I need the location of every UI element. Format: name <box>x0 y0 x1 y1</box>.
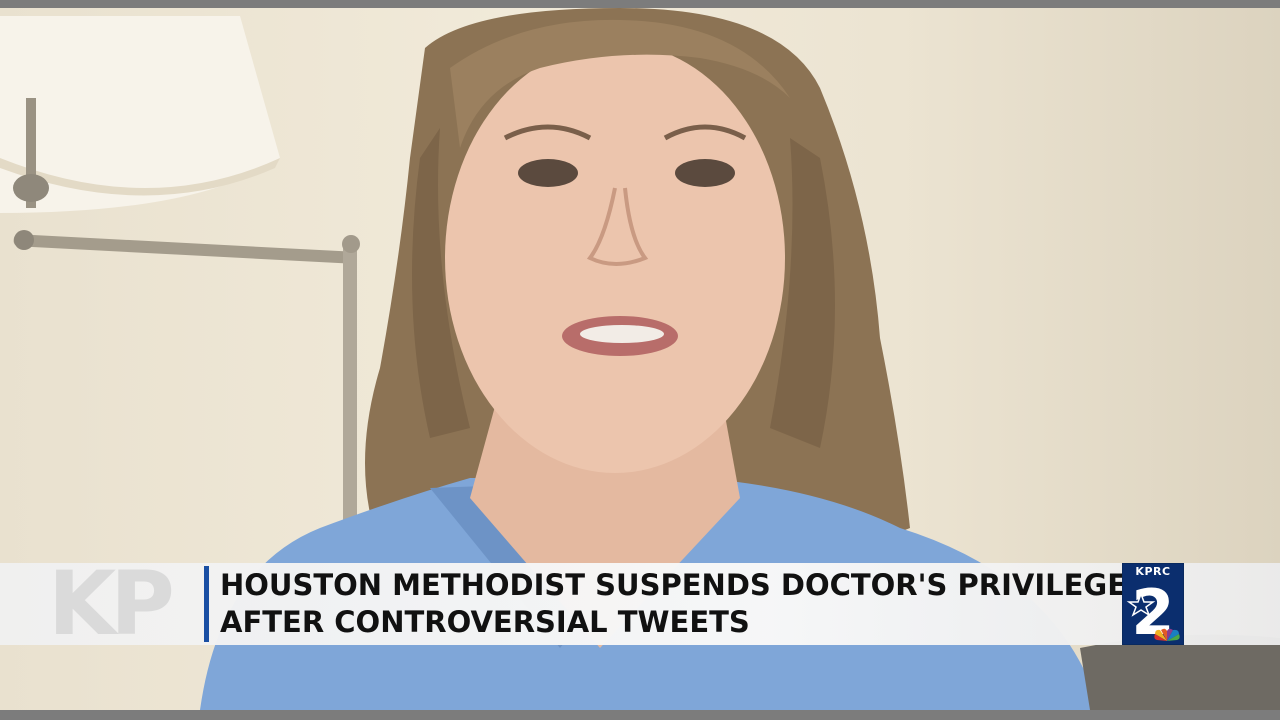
station-call-letters: KPRC <box>1135 565 1171 578</box>
sofa <box>1080 634 1280 710</box>
headline-line-1: HOUSTON METHODIST SUSPENDS DOCTOR'S PRIV… <box>220 568 1148 602</box>
headline-divider <box>204 566 209 642</box>
station-badge: KPRC 2 <box>1122 563 1184 645</box>
news-lower-third: KP HOUSTON METHODIST SUSPENDS DOCTOR'S P… <box>0 563 1280 645</box>
headline-line-2: AFTER CONTROVERSIAL TWEETS <box>220 605 750 639</box>
video-frame: KP HOUSTON METHODIST SUSPENDS DOCTOR'S P… <box>0 0 1280 720</box>
nbc-peacock-icon <box>1154 628 1180 641</box>
headline: HOUSTON METHODIST SUSPENDS DOCTOR'S PRIV… <box>220 567 1148 641</box>
watermark-logo: KP <box>48 563 175 645</box>
letterbox-top <box>0 0 1280 8</box>
letterbox-bottom <box>0 710 1280 720</box>
